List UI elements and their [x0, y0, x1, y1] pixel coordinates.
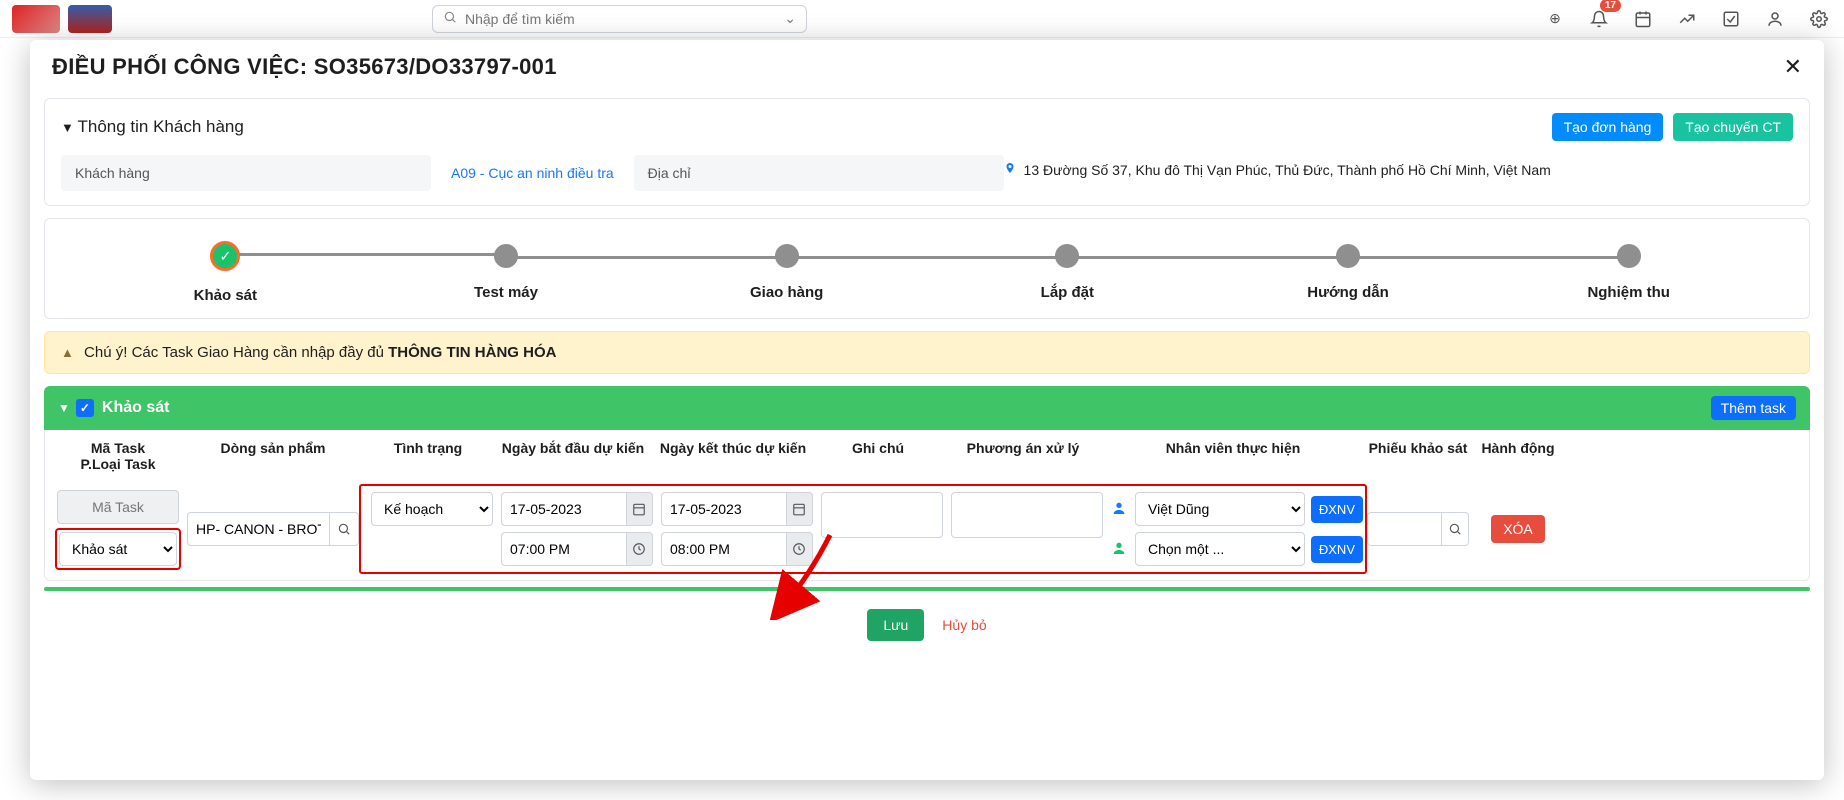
close-icon[interactable]: ✕ — [1784, 54, 1802, 80]
step-giao-hang[interactable]: Giao hàng — [646, 244, 927, 301]
step-nghiem-thu[interactable]: Nghiệm thu — [1488, 244, 1769, 301]
customer-label: Khách hàng — [61, 155, 431, 191]
map-pin-icon — [1004, 162, 1020, 178]
dxnv-button-2[interactable]: ĐXNV — [1311, 536, 1363, 563]
create-trip-button[interactable]: Tạo chuyến CT — [1673, 113, 1793, 141]
save-button[interactable]: Lưu — [867, 609, 924, 641]
create-order-button[interactable]: Tạo đơn hàng — [1552, 113, 1664, 141]
top-bar: Nhập để tìm kiếm ⌄ ⊕ 17 — [0, 0, 1844, 38]
start-date-input[interactable] — [501, 492, 626, 526]
task-section-header[interactable]: ▼ ✓ Khảo sát Thêm task — [44, 386, 1810, 430]
section-check-icon: ✓ — [76, 399, 94, 417]
global-search-placeholder: Nhập để tìm kiếm — [465, 11, 575, 27]
task-section-title: Khảo sát — [102, 399, 170, 417]
plan-textarea[interactable] — [951, 492, 1103, 538]
app-logo-2 — [68, 5, 112, 33]
calendar-icon[interactable] — [626, 492, 653, 526]
staff-select-2[interactable]: Chọn một ... — [1135, 532, 1305, 566]
step-khao-sat[interactable]: ✓Khảo sát — [85, 241, 366, 304]
survey-search-button[interactable] — [1441, 512, 1469, 546]
end-date-input[interactable] — [661, 492, 786, 526]
chevron-down-icon: ⌄ — [784, 10, 796, 27]
task-type-select[interactable]: Khảo sát — [59, 532, 177, 566]
calendar-icon[interactable] — [1630, 6, 1656, 32]
user-icon[interactable] — [1762, 6, 1788, 32]
survey-input[interactable] — [1367, 512, 1441, 546]
cancel-link[interactable]: Hủy bỏ — [942, 617, 986, 633]
staff-select-1[interactable]: Việt Dũng — [1135, 492, 1305, 526]
add-icon[interactable]: ⊕ — [1542, 6, 1568, 32]
step-huong-dan[interactable]: Hướng dẫn — [1208, 244, 1489, 301]
global-search[interactable]: Nhập để tìm kiếm ⌄ — [432, 5, 807, 33]
task-code-input — [57, 490, 179, 524]
task-table: Mã TaskP.Loại Task Dòng sản phẩm Tình tr… — [44, 430, 1810, 581]
search-icon — [443, 10, 457, 27]
calendar-icon[interactable] — [786, 492, 813, 526]
address-label: Địa chỉ — [634, 155, 1004, 191]
user-icon — [1111, 540, 1129, 559]
delete-row-button[interactable]: XÓA — [1491, 515, 1545, 543]
product-search-button[interactable] — [329, 512, 359, 546]
user-icon — [1111, 500, 1129, 519]
customer-value-link[interactable]: A09 - Cục an ninh điều tra — [451, 155, 614, 191]
step-lap-dat[interactable]: Lắp đặt — [927, 244, 1208, 301]
customer-section: Thông tin Khách hàng Tạo đơn hàng Tạo ch… — [44, 98, 1810, 206]
collapse-icon: ▼ — [58, 401, 70, 415]
table-header: Mã TaskP.Loại Task Dòng sản phẩm Tình tr… — [45, 430, 1809, 484]
bell-icon[interactable]: 17 — [1586, 6, 1612, 32]
dxnv-button-1[interactable]: ĐXNV — [1311, 496, 1363, 523]
add-task-button[interactable]: Thêm task — [1711, 396, 1796, 420]
start-time-input[interactable] — [501, 532, 626, 566]
alert-text: Chú ý! Các Task Giao Hàng cần nhập đầy đ… — [84, 344, 388, 361]
notification-count-badge: 17 — [1600, 0, 1621, 12]
table-row: Khảo sát Kế hoạch — [45, 484, 1809, 580]
gear-icon[interactable] — [1806, 6, 1832, 32]
status-select[interactable]: Kế hoạch — [371, 492, 493, 526]
clock-icon[interactable] — [786, 532, 813, 566]
dispatch-modal: ĐIỀU PHỐI CÔNG VIỆC: SO35673/DO33797-001… — [30, 40, 1824, 780]
note-textarea[interactable] — [821, 492, 943, 538]
customer-section-title: Thông tin Khách hàng — [61, 117, 244, 137]
address-value: 13 Đường Số 37, Khu đô Thị Vạn Phúc, Thủ… — [1024, 162, 1551, 178]
modal-title: ĐIỀU PHỐI CÔNG VIỆC: SO35673/DO33797-001 — [52, 54, 557, 80]
alert-bold: THÔNG TIN HÀNG HÓA — [388, 344, 556, 361]
progress-stepper: ✓Khảo sát Test máy Giao hàng Lắp đặt Hướ… — [44, 218, 1810, 319]
product-line-input[interactable] — [187, 512, 329, 546]
warning-alert: Chú ý! Các Task Giao Hàng cần nhập đầy đ… — [44, 331, 1810, 374]
end-time-input[interactable] — [661, 532, 786, 566]
clock-icon[interactable] — [626, 532, 653, 566]
chart-icon[interactable] — [1674, 6, 1700, 32]
check-square-icon[interactable] — [1718, 6, 1744, 32]
app-logo-1 — [12, 5, 60, 33]
